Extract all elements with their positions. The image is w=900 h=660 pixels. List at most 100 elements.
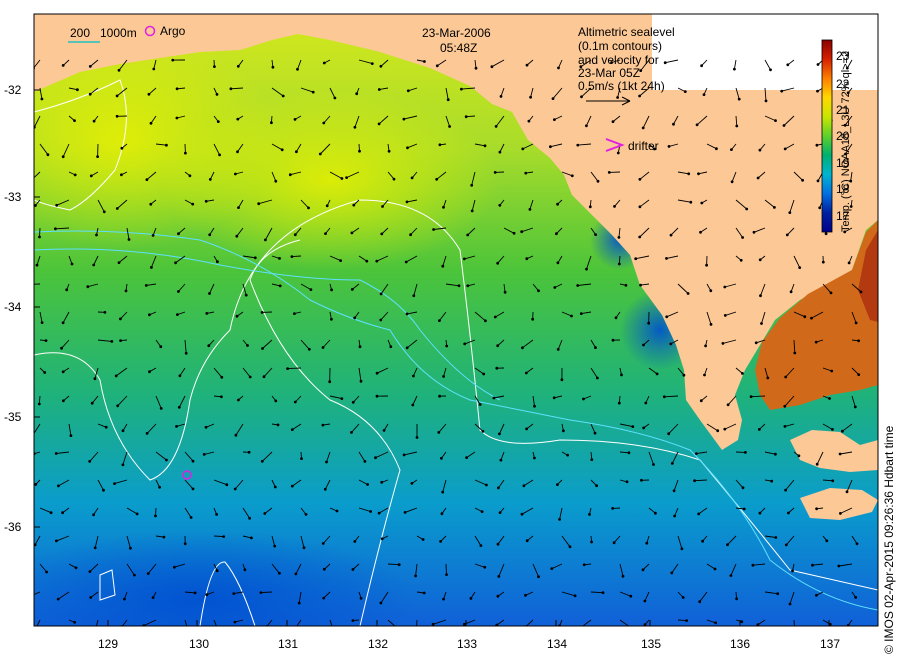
velocity-arrow-head	[524, 371, 528, 375]
latitude-labels: -32 -33 -34 -35 -36	[4, 83, 22, 534]
velocity-arrow-head	[847, 261, 851, 265]
velocity-arrow-head	[566, 453, 569, 457]
velocity-arrow-head	[529, 95, 532, 99]
velocity-arrow-head	[406, 89, 410, 93]
colorbar-title: Temp. (°C) NOAA18_L3U 72% ql>=2	[840, 50, 852, 232]
velocity-arrow-head	[294, 572, 298, 576]
velocity-arrow-head	[208, 292, 211, 295]
velocity-arrow-head	[184, 351, 188, 355]
velocity-arrow-head	[585, 124, 588, 128]
velocity-arrow-head	[295, 150, 298, 154]
velocity-arrow-head	[73, 119, 76, 122]
velocity-arrow-head	[624, 283, 628, 287]
velocity-arrow-head	[550, 567, 554, 570]
velocity-arrow-head	[379, 292, 383, 296]
velocity-arrow-head	[441, 264, 445, 268]
velocity-arrow-head	[263, 512, 267, 515]
velocity-arrow-head	[483, 144, 487, 148]
velocity-arrow-head	[119, 339, 122, 342]
velocity-arrow-head	[88, 570, 92, 573]
velocity-arrow-head	[186, 628, 189, 631]
velocity-arrow-head	[232, 592, 236, 595]
velocity-arrow-head	[783, 425, 787, 428]
velocity-arrow-head	[770, 479, 774, 483]
velocity-arrow-head	[739, 258, 743, 262]
velocity-arrow-head	[815, 462, 819, 466]
velocity-arrow-head	[38, 235, 41, 239]
velocity-arrow-head	[580, 95, 583, 99]
velocity-arrow-head	[553, 118, 556, 121]
velocity-arrow-head	[801, 178, 804, 182]
velocity-arrow-head	[780, 89, 784, 93]
velocity-arrow-head	[522, 484, 526, 488]
velocity-arrow-head	[617, 401, 621, 405]
velocity-arrow-head	[133, 573, 136, 577]
velocity-arrow-head	[480, 510, 484, 513]
velocity-arrow-head	[92, 513, 95, 517]
velocity-arrow-head	[435, 177, 439, 181]
velocity-arrow-head	[638, 205, 642, 209]
velocity-arrow-head	[531, 317, 535, 321]
velocity-arrow-head	[350, 231, 354, 235]
velocity-arrow-head	[89, 596, 93, 599]
velocity-arrow-head	[375, 259, 379, 263]
velocity-arrow-head	[740, 620, 744, 624]
velocity-arrow-head	[322, 567, 326, 571]
velocity-arrow-head	[274, 399, 278, 403]
velocity-arrow-head	[353, 540, 357, 543]
velocity-arrow-head	[248, 375, 252, 379]
velocity-arrow-head	[621, 574, 625, 578]
velocity-arrow-head	[749, 395, 753, 399]
velocity-arrow-head	[485, 483, 488, 487]
velocity-arrow-head	[741, 486, 745, 490]
velocity-arrow-head	[115, 94, 119, 98]
velocity-arrow-head	[702, 93, 706, 96]
velocity-arrow-head	[351, 619, 355, 622]
velocity-arrow-head	[737, 97, 741, 101]
velocity-arrow-head	[643, 599, 647, 603]
info-line-4: 23-Mar 05Z	[578, 66, 640, 80]
velocity-arrow-head	[816, 89, 819, 93]
credit-text: © IMOS 02-Apr-2015 09:26:36 Hdbart time	[882, 425, 896, 654]
velocity-arrow-head	[556, 483, 559, 486]
velocity-arrow-head	[788, 211, 792, 215]
velocity-arrow-head	[216, 260, 219, 264]
velocity-arrow-head	[45, 570, 48, 574]
velocity-arrow-head	[309, 288, 313, 291]
map-time: 05:48Z	[440, 41, 477, 55]
velocity-arrow-head	[365, 259, 369, 263]
velocity-arrow-head	[758, 148, 762, 152]
velocity-arrow-head	[596, 179, 600, 183]
velocity-arrow-head	[177, 232, 180, 236]
velocity-arrow-head	[730, 148, 733, 152]
velocity-arrow-head	[616, 96, 619, 99]
velocity-arrow-head	[568, 545, 572, 549]
velocity-arrow-head	[113, 482, 116, 485]
velocity-arrow-head	[525, 427, 528, 431]
velocity-arrow-head	[784, 375, 788, 379]
velocity-arrow-head	[520, 230, 524, 234]
velocity-arrow-head	[437, 431, 441, 434]
velocity-arrow-head	[359, 596, 363, 600]
velocity-arrow-head	[466, 284, 470, 288]
velocity-arrow-head	[557, 66, 560, 70]
velocity-arrow-head	[479, 544, 483, 547]
velocity-arrow-head	[752, 230, 756, 234]
velocity-arrow-head	[69, 434, 73, 437]
velocity-arrow-head	[274, 179, 278, 183]
velocity-arrow-head	[845, 490, 849, 494]
velocity-arrow-head	[498, 150, 502, 154]
velocity-arrow-head	[423, 60, 426, 63]
velocity-arrow	[34, 283, 41, 285]
velocity-arrow-head	[366, 483, 369, 486]
velocity-arrow-head	[339, 259, 342, 262]
velocity-arrow-head	[149, 202, 153, 206]
velocity-arrow-head	[114, 374, 118, 378]
velocity-arrow-head	[553, 286, 557, 289]
velocity-arrow-head	[55, 203, 59, 207]
lon-label: 133	[457, 637, 477, 651]
velocity-arrow-head	[146, 572, 150, 575]
velocity-arrow-head	[154, 514, 157, 518]
velocity-arrow-head	[54, 452, 58, 455]
velocity-arrow-head	[208, 178, 212, 181]
